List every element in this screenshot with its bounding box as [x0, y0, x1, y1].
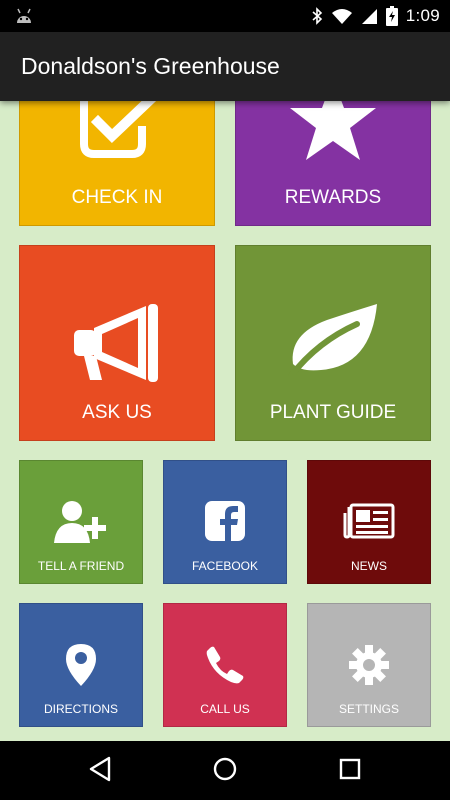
- android-icon: [17, 8, 31, 23]
- rewards-tile[interactable]: REWARDS: [235, 101, 431, 226]
- home-icon[interactable]: [212, 755, 238, 783]
- star-icon: [290, 101, 376, 160]
- gear-icon: [349, 645, 389, 685]
- wifi-icon: [331, 8, 352, 24]
- call-us-label: CALL US: [200, 702, 250, 716]
- map-pin-icon: [66, 644, 96, 686]
- directions-tile[interactable]: DIRECTIONS: [19, 603, 143, 727]
- plant-guide-tile[interactable]: PLANT GUIDE: [235, 245, 431, 441]
- signal-icon: [361, 8, 377, 24]
- facebook-tile[interactable]: FACEBOOK: [163, 460, 287, 584]
- status-time: 1:09: [405, 6, 440, 25]
- back-icon[interactable]: [88, 755, 112, 783]
- ask-us-tile[interactable]: ASK US: [19, 245, 215, 441]
- megaphone-icon: [74, 304, 158, 382]
- checkbox-icon: [80, 101, 157, 158]
- call-us-tile[interactable]: CALL US: [163, 603, 287, 727]
- news-tile[interactable]: NEWS: [307, 460, 431, 584]
- recents-icon[interactable]: [338, 755, 362, 783]
- news-label: NEWS: [351, 559, 387, 573]
- ask-us-label: ASK US: [82, 402, 152, 423]
- directions-label: DIRECTIONS: [43, 702, 118, 716]
- facebook-label: FACEBOOK: [191, 559, 259, 573]
- battery-icon: [385, 6, 398, 26]
- settings-tile[interactable]: SETTINGS: [307, 603, 431, 727]
- navigation-bar: [0, 741, 450, 800]
- page-title: Donaldson's Greenhouse: [21, 53, 280, 79]
- check-in-tile[interactable]: CHECK IN: [19, 101, 215, 226]
- leaf-icon: [288, 304, 377, 376]
- rewards-label: REWARDS: [284, 187, 382, 208]
- phone-icon: [206, 646, 244, 684]
- bluetooth-icon: [312, 7, 322, 25]
- newspaper-icon: [343, 503, 395, 539]
- tell-a-friend-label: TELL A FRIEND: [37, 559, 125, 573]
- facebook-icon: [205, 501, 245, 541]
- add-user-icon: [54, 501, 106, 543]
- tell-a-friend-tile[interactable]: TELL A FRIEND: [19, 460, 143, 584]
- app-bar: Donaldson's Greenhouse: [0, 32, 450, 101]
- tile-grid: CHECK IN REWARDS ASK US PLANT GUIDE TELL…: [0, 101, 450, 741]
- settings-label: SETTINGS: [338, 702, 399, 716]
- check-in-label: CHECK IN: [71, 187, 163, 208]
- plant-guide-label: PLANT GUIDE: [269, 402, 397, 423]
- status-bar: 1:09: [0, 0, 450, 32]
